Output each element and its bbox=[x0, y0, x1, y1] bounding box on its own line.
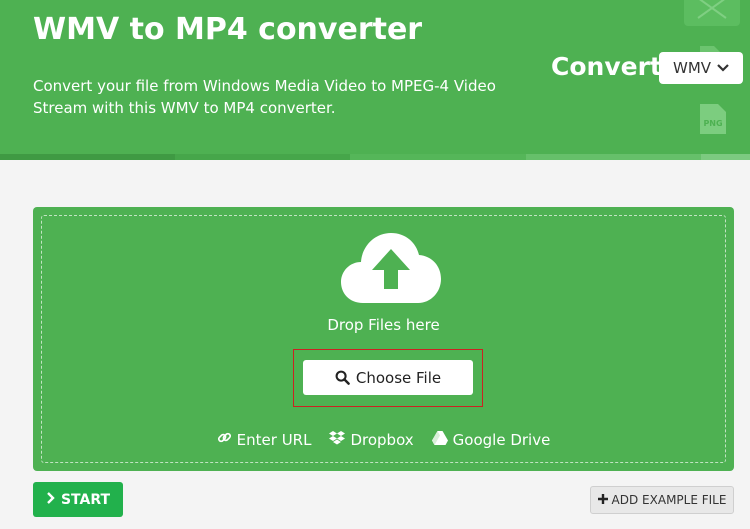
google-drive-icon bbox=[431, 430, 448, 449]
start-button[interactable]: START bbox=[33, 482, 123, 517]
svg-text:PNG: PNG bbox=[703, 119, 722, 128]
dropbox-link[interactable]: Dropbox bbox=[329, 430, 414, 449]
enter-url-link[interactable]: Enter URL bbox=[217, 430, 312, 449]
upload-source-links: Enter URL Dropbox Google Drive bbox=[42, 430, 725, 449]
dropzone-dashed-border: Drop Files here Choose File Enter URL Dr… bbox=[41, 215, 726, 463]
choose-file-button[interactable]: Choose File bbox=[303, 360, 473, 395]
header-banner: PNG WMV to MP4 converter Convert your fi… bbox=[0, 0, 750, 160]
google-drive-link[interactable]: Google Drive bbox=[431, 430, 551, 449]
drop-files-text: Drop Files here bbox=[327, 316, 440, 334]
chevron-right-icon bbox=[46, 491, 55, 508]
google-drive-label: Google Drive bbox=[452, 430, 551, 449]
format-select[interactable]: WMV bbox=[659, 52, 743, 84]
decorative-png-icon: PNG bbox=[698, 102, 728, 136]
add-example-file-button[interactable]: ADD EXAMPLE FILE bbox=[590, 486, 734, 514]
dropbox-label: Dropbox bbox=[350, 430, 414, 449]
link-icon bbox=[217, 430, 232, 449]
start-label: START bbox=[60, 491, 111, 508]
dropbox-icon bbox=[329, 430, 346, 449]
upload-dropzone[interactable]: Drop Files here Choose File Enter URL Dr… bbox=[33, 207, 734, 471]
format-select-value: WMV bbox=[673, 59, 712, 77]
page-title: WMV to MP4 converter bbox=[33, 12, 423, 47]
page-description: Convert your file from Windows Media Vid… bbox=[33, 77, 496, 117]
cloud-upload-icon bbox=[341, 233, 441, 309]
convert-label: Convert bbox=[551, 52, 662, 81]
choose-file-label: Choose File bbox=[355, 368, 442, 387]
decorative-file-icon bbox=[684, 0, 740, 26]
plus-icon bbox=[597, 493, 608, 507]
chevron-down-icon bbox=[717, 64, 729, 72]
search-icon bbox=[335, 370, 350, 385]
header-bottom-strip bbox=[0, 154, 750, 160]
enter-url-label: Enter URL bbox=[236, 430, 312, 449]
add-example-file-label: ADD EXAMPLE FILE bbox=[611, 493, 727, 507]
